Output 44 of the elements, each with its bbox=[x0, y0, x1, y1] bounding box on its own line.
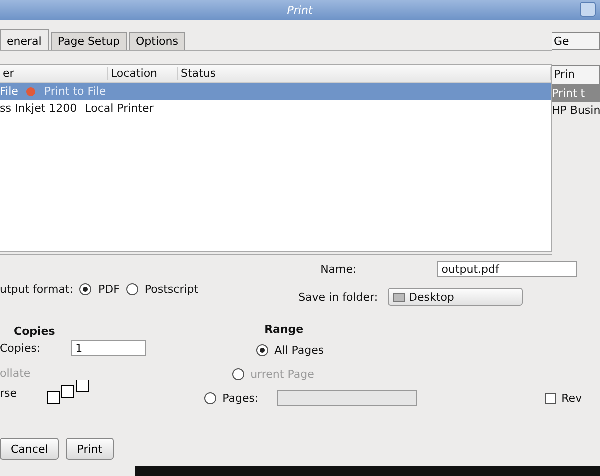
radio-label: PDF bbox=[98, 282, 120, 296]
radio-label: All Pages bbox=[274, 344, 324, 356]
folder-label: Save in folder: bbox=[298, 290, 378, 304]
side-column-header: Prin bbox=[552, 65, 600, 85]
collate-label: ollate bbox=[0, 366, 31, 380]
output-format-label: utput format: bbox=[0, 282, 74, 296]
name-label: Name: bbox=[320, 262, 357, 276]
radio-label: urrent Page bbox=[250, 368, 314, 380]
radio-label: Postscript bbox=[144, 282, 199, 296]
radio-button[interactable] bbox=[79, 282, 92, 296]
side-button[interactable]: Ge bbox=[552, 32, 600, 50]
tab[interactable]: Options bbox=[128, 32, 186, 50]
column-header[interactable]: Location bbox=[108, 67, 178, 80]
tab[interactable]: eneral bbox=[0, 29, 49, 50]
printer-name: File bbox=[0, 85, 18, 98]
print-button[interactable]: Print bbox=[66, 438, 114, 460]
section-title: Copies bbox=[14, 325, 56, 338]
printer-name: ss Inkjet 1200 bbox=[0, 102, 78, 115]
window-menu-button[interactable] bbox=[580, 2, 596, 17]
column-header[interactable]: Status bbox=[178, 67, 551, 80]
folder-combo[interactable]: Desktop bbox=[388, 288, 524, 306]
pages-field[interactable] bbox=[276, 390, 417, 406]
radio-button[interactable] bbox=[256, 344, 269, 356]
reverse-label: rse bbox=[0, 386, 18, 400]
checkbox[interactable] bbox=[544, 392, 556, 404]
copies-label: Copies: bbox=[0, 342, 41, 354]
tab[interactable]: Page Setup bbox=[50, 32, 127, 50]
folder-icon bbox=[393, 292, 406, 302]
side-list-item[interactable]: HP Busin bbox=[552, 102, 600, 119]
radio-button[interactable] bbox=[204, 392, 217, 404]
copies-spin-field[interactable]: 1 bbox=[70, 340, 146, 356]
column-header[interactable]: er bbox=[0, 67, 108, 80]
printer-detail: Print to File bbox=[44, 85, 106, 98]
printer-location: Local Printer bbox=[85, 102, 154, 115]
file-icon bbox=[26, 86, 36, 96]
section-title: Range bbox=[264, 323, 305, 336]
printer-row[interactable]: ss Inkjet 1200 Local Printer bbox=[0, 100, 551, 117]
window-title: Print bbox=[287, 4, 313, 16]
cancel-button[interactable]: Cancel bbox=[0, 438, 60, 460]
radio-label: Pages: bbox=[222, 392, 259, 404]
side-list-item[interactable]: Print t bbox=[552, 85, 600, 102]
reverse-label: Rev bbox=[562, 392, 582, 404]
radio-button[interactable] bbox=[126, 282, 139, 296]
name-field[interactable]: output.pdf bbox=[436, 261, 577, 277]
